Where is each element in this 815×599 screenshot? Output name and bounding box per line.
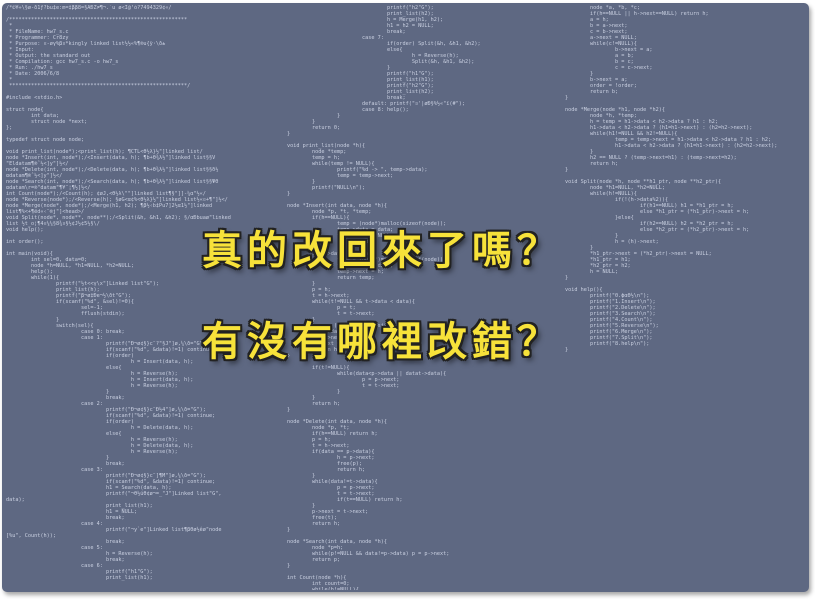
code-screenshot-panel: /*©¥÷\§ø-ð1ƒ?bu‡e:m=‡ββ8=§AÐZ≠¶¬.`u ø<Ϊ@… bbox=[2, 3, 809, 592]
overlay-caption-line-2: 有沒有哪裡改錯？ bbox=[202, 319, 562, 365]
code-column-left: /*©¥÷\§ø-ð1ƒ?bu‡e:m=‡ββ8=§AÐZ≠¶¬.`u ø<Ϊ@… bbox=[6, 5, 231, 581]
code-column-middle: printf("h2"G"); print_list(h2); h = Merg… bbox=[287, 5, 481, 590]
image-frame: /*©¥÷\§ø-ð1ƒ?bu‡e:m=‡ββ8=§AÐZ≠¶¬.`u ø<Ϊ@… bbox=[0, 0, 815, 599]
overlay-caption-line-1: 真的改回來了嗎？ bbox=[202, 228, 562, 274]
code-column-right: node *a, *b, *c; if(h==NULL || h->next==… bbox=[565, 5, 778, 353]
